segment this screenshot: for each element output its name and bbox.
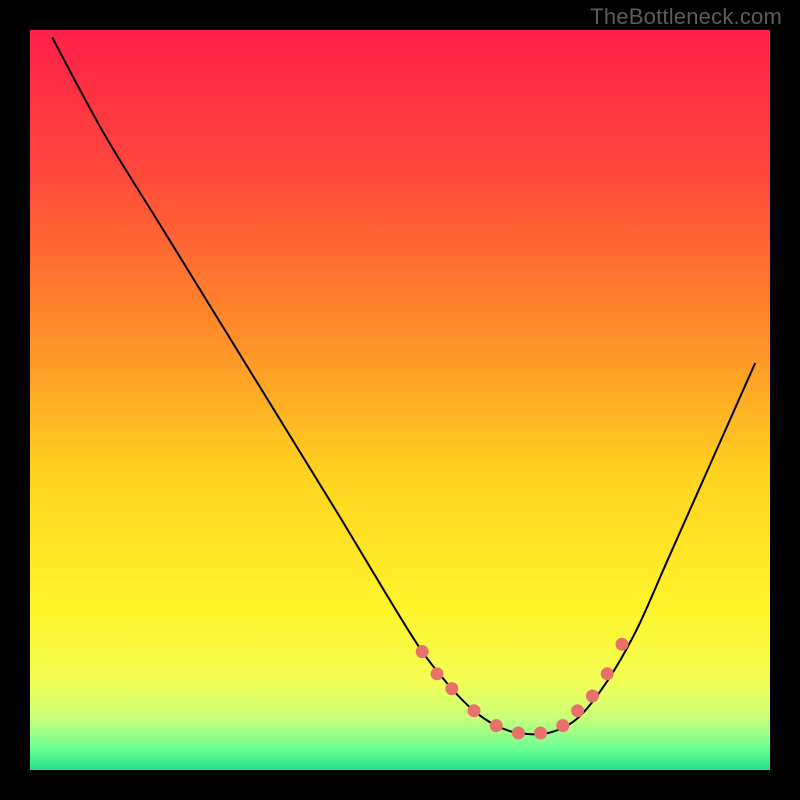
curve-dot bbox=[431, 667, 444, 680]
plot-area bbox=[30, 30, 770, 770]
gradient-background bbox=[30, 30, 770, 770]
curve-dot bbox=[445, 682, 458, 695]
curve-dot bbox=[586, 690, 599, 703]
curve-dot bbox=[534, 727, 547, 740]
chart-svg bbox=[30, 30, 770, 770]
curve-dot bbox=[616, 638, 629, 651]
curve-dot bbox=[512, 727, 525, 740]
curve-dot bbox=[571, 704, 584, 717]
curve-dot bbox=[416, 645, 429, 658]
curve-dot bbox=[601, 667, 614, 680]
chart-frame: TheBottleneck.com bbox=[0, 0, 800, 800]
curve-dot bbox=[490, 719, 503, 732]
watermark-text: TheBottleneck.com bbox=[590, 4, 782, 30]
curve-dot bbox=[556, 719, 569, 732]
curve-dot bbox=[468, 704, 481, 717]
